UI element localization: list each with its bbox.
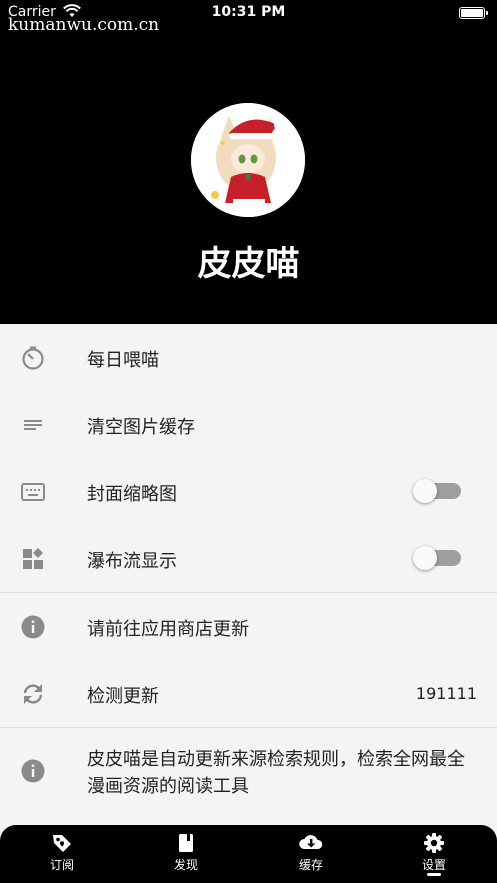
tab-discover[interactable]: 发现 — [146, 832, 226, 873]
profile-header: Carrier 10:31 PM kumanwu.com.cn 皮皮喵 — [0, 0, 497, 324]
keyboard-icon — [20, 479, 46, 505]
widgets-icon — [20, 546, 46, 572]
check-update-row[interactable]: 检测更新 191111 — [0, 660, 497, 727]
lines-icon — [20, 412, 46, 438]
tab-subscribe[interactable]: 订阅 — [22, 832, 102, 873]
about-row: 皮皮喵是自动更新来源检索规则，检索全网最全漫画资源的阅读工具 — [0, 728, 497, 808]
battery-icon — [459, 7, 488, 19]
watermark: kumanwu.com.cn — [8, 15, 160, 35]
cloud-download-icon — [299, 835, 323, 849]
toggle-knob — [413, 479, 437, 503]
store-update-label: 请前往应用商店更新 — [87, 619, 249, 640]
about-text: 皮皮喵是自动更新来源检索规则，检索全网最全漫画资源的阅读工具 — [87, 749, 465, 797]
version-value: 191111 — [415, 684, 477, 703]
tab-settings-label: 设置 — [421, 858, 446, 872]
book-icon — [179, 834, 193, 852]
tag-icon — [53, 835, 71, 852]
clear-cache-label: 清空图片缓存 — [87, 417, 195, 438]
info-icon — [20, 758, 46, 784]
tab-bar: 订阅 发现 缓存 设置 — [0, 825, 497, 883]
tab-subscribe-label: 订阅 — [49, 858, 74, 872]
waterfall-row: 瀑布流显示 — [0, 525, 497, 592]
timer-icon — [20, 345, 46, 371]
waterfall-toggle[interactable] — [413, 546, 461, 570]
cover-thumbnail-row: 封面缩略图 — [0, 458, 497, 525]
sync-icon — [20, 681, 46, 707]
avatar[interactable] — [191, 103, 305, 217]
info-icon — [20, 614, 46, 640]
settings-list: 每日喂喵 清空图片缓存 封面缩略图 瀑布流显示 请前往应用商店更新 检测更新 1… — [0, 324, 497, 808]
tab-discover-label: 发现 — [173, 858, 198, 872]
daily-feed-label: 每日喂喵 — [87, 350, 159, 371]
toggle-knob — [413, 546, 437, 570]
store-update-row[interactable]: 请前往应用商店更新 — [0, 593, 497, 660]
clear-cache-row[interactable]: 清空图片缓存 — [0, 391, 497, 458]
tab-cache-label: 缓存 — [298, 858, 323, 872]
gear-icon — [424, 833, 444, 853]
profile-name: 皮皮喵 — [197, 244, 300, 284]
waterfall-label: 瀑布流显示 — [87, 551, 177, 572]
tab-settings[interactable]: 设置 — [394, 832, 474, 873]
cover-thumbnail-label: 封面缩略图 — [87, 484, 177, 505]
cover-thumbnail-toggle[interactable] — [413, 479, 461, 503]
check-update-label: 检测更新 — [87, 686, 159, 707]
daily-feed-row[interactable]: 每日喂喵 — [0, 324, 497, 391]
active-tab-indicator — [427, 873, 441, 876]
tab-cache[interactable]: 缓存 — [271, 832, 351, 873]
